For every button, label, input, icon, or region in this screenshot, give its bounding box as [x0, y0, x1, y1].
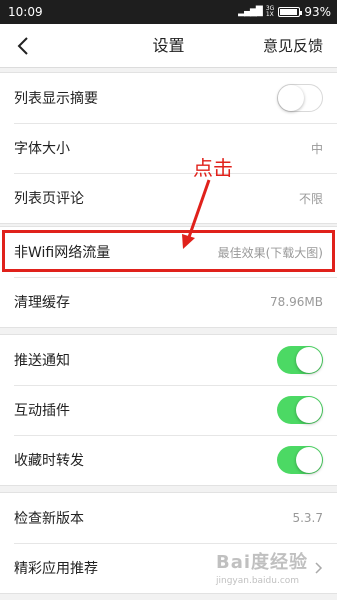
watermark-url: jingyan.baidu.com — [216, 576, 300, 586]
favorite-forward-label: 收藏时转发 — [14, 453, 84, 469]
comment-label: 列表页评论 — [14, 191, 84, 207]
summary-label: 列表显示摘要 — [14, 91, 98, 107]
favorite-forward-row: 收藏时转发 — [0, 435, 337, 485]
network-settings-group: 非Wifi网络流量 最佳效果(下载大图) 清理缓存 78.96MB — [0, 226, 337, 328]
annotation-label: 点击 — [193, 156, 233, 180]
clear-cache-row[interactable]: 清理缓存 78.96MB — [0, 277, 337, 327]
summary-toggle[interactable] — [277, 84, 323, 112]
feedback-button[interactable]: 意见反馈 — [263, 24, 323, 68]
wifi-traffic-label: 非Wifi网络流量 — [14, 245, 111, 261]
comment-row[interactable]: 列表页评论 不限 — [0, 173, 337, 223]
notification-settings-group: 推送通知 互动插件 收藏时转发 — [0, 334, 337, 486]
plugin-toggle[interactable] — [277, 396, 323, 424]
check-update-row[interactable]: 检查新版本 5.3.7 — [0, 493, 337, 543]
watermark-logo: Bai度经验 — [216, 552, 309, 573]
signal-icon: ▂▄▆█ — [238, 7, 263, 17]
font-size-value: 中 — [310, 141, 323, 156]
wifi-traffic-value: 最佳效果(下载大图) — [217, 245, 323, 260]
comment-value: 不限 — [298, 191, 323, 206]
font-size-row[interactable]: 字体大小 中 — [0, 123, 337, 173]
plugin-label: 互动插件 — [14, 403, 70, 419]
font-size-label: 字体大小 — [14, 141, 70, 157]
clear-cache-label: 清理缓存 — [14, 295, 70, 311]
back-button[interactable] — [10, 32, 36, 60]
summary-row[interactable]: 列表显示摘要 — [0, 73, 337, 123]
nav-bar: 设置 意见反馈 — [0, 24, 337, 68]
display-settings-group: 列表显示摘要 字体大小 中 列表页评论 不限 — [0, 72, 337, 224]
version-value: 5.3.7 — [292, 511, 323, 525]
push-label: 推送通知 — [14, 353, 70, 369]
cache-size-value: 78.96MB — [270, 295, 323, 309]
check-update-label: 检查新版本 — [14, 511, 84, 527]
plugin-row: 互动插件 — [0, 385, 337, 435]
favorite-forward-toggle[interactable] — [277, 446, 323, 474]
app-recommend-label: 精彩应用推荐 — [14, 561, 98, 577]
status-time: 10:09 — [8, 5, 43, 19]
status-icons: ▂▄▆█ 3G 1X 93% — [238, 5, 331, 19]
wifi-traffic-row[interactable]: 非Wifi网络流量 最佳效果(下载大图) — [0, 227, 337, 277]
push-toggle[interactable] — [277, 346, 323, 374]
push-row: 推送通知 — [0, 335, 337, 385]
chevron-left-icon — [17, 37, 28, 55]
network-type: 3G 1X — [265, 5, 275, 18]
watermark: Bai度经验 jingyan.baidu.com — [216, 548, 334, 596]
battery-icon — [278, 7, 303, 17]
battery-percent: 93% — [304, 5, 331, 19]
status-bar: 10:09 ▂▄▆█ 3G 1X 93% — [0, 0, 337, 24]
